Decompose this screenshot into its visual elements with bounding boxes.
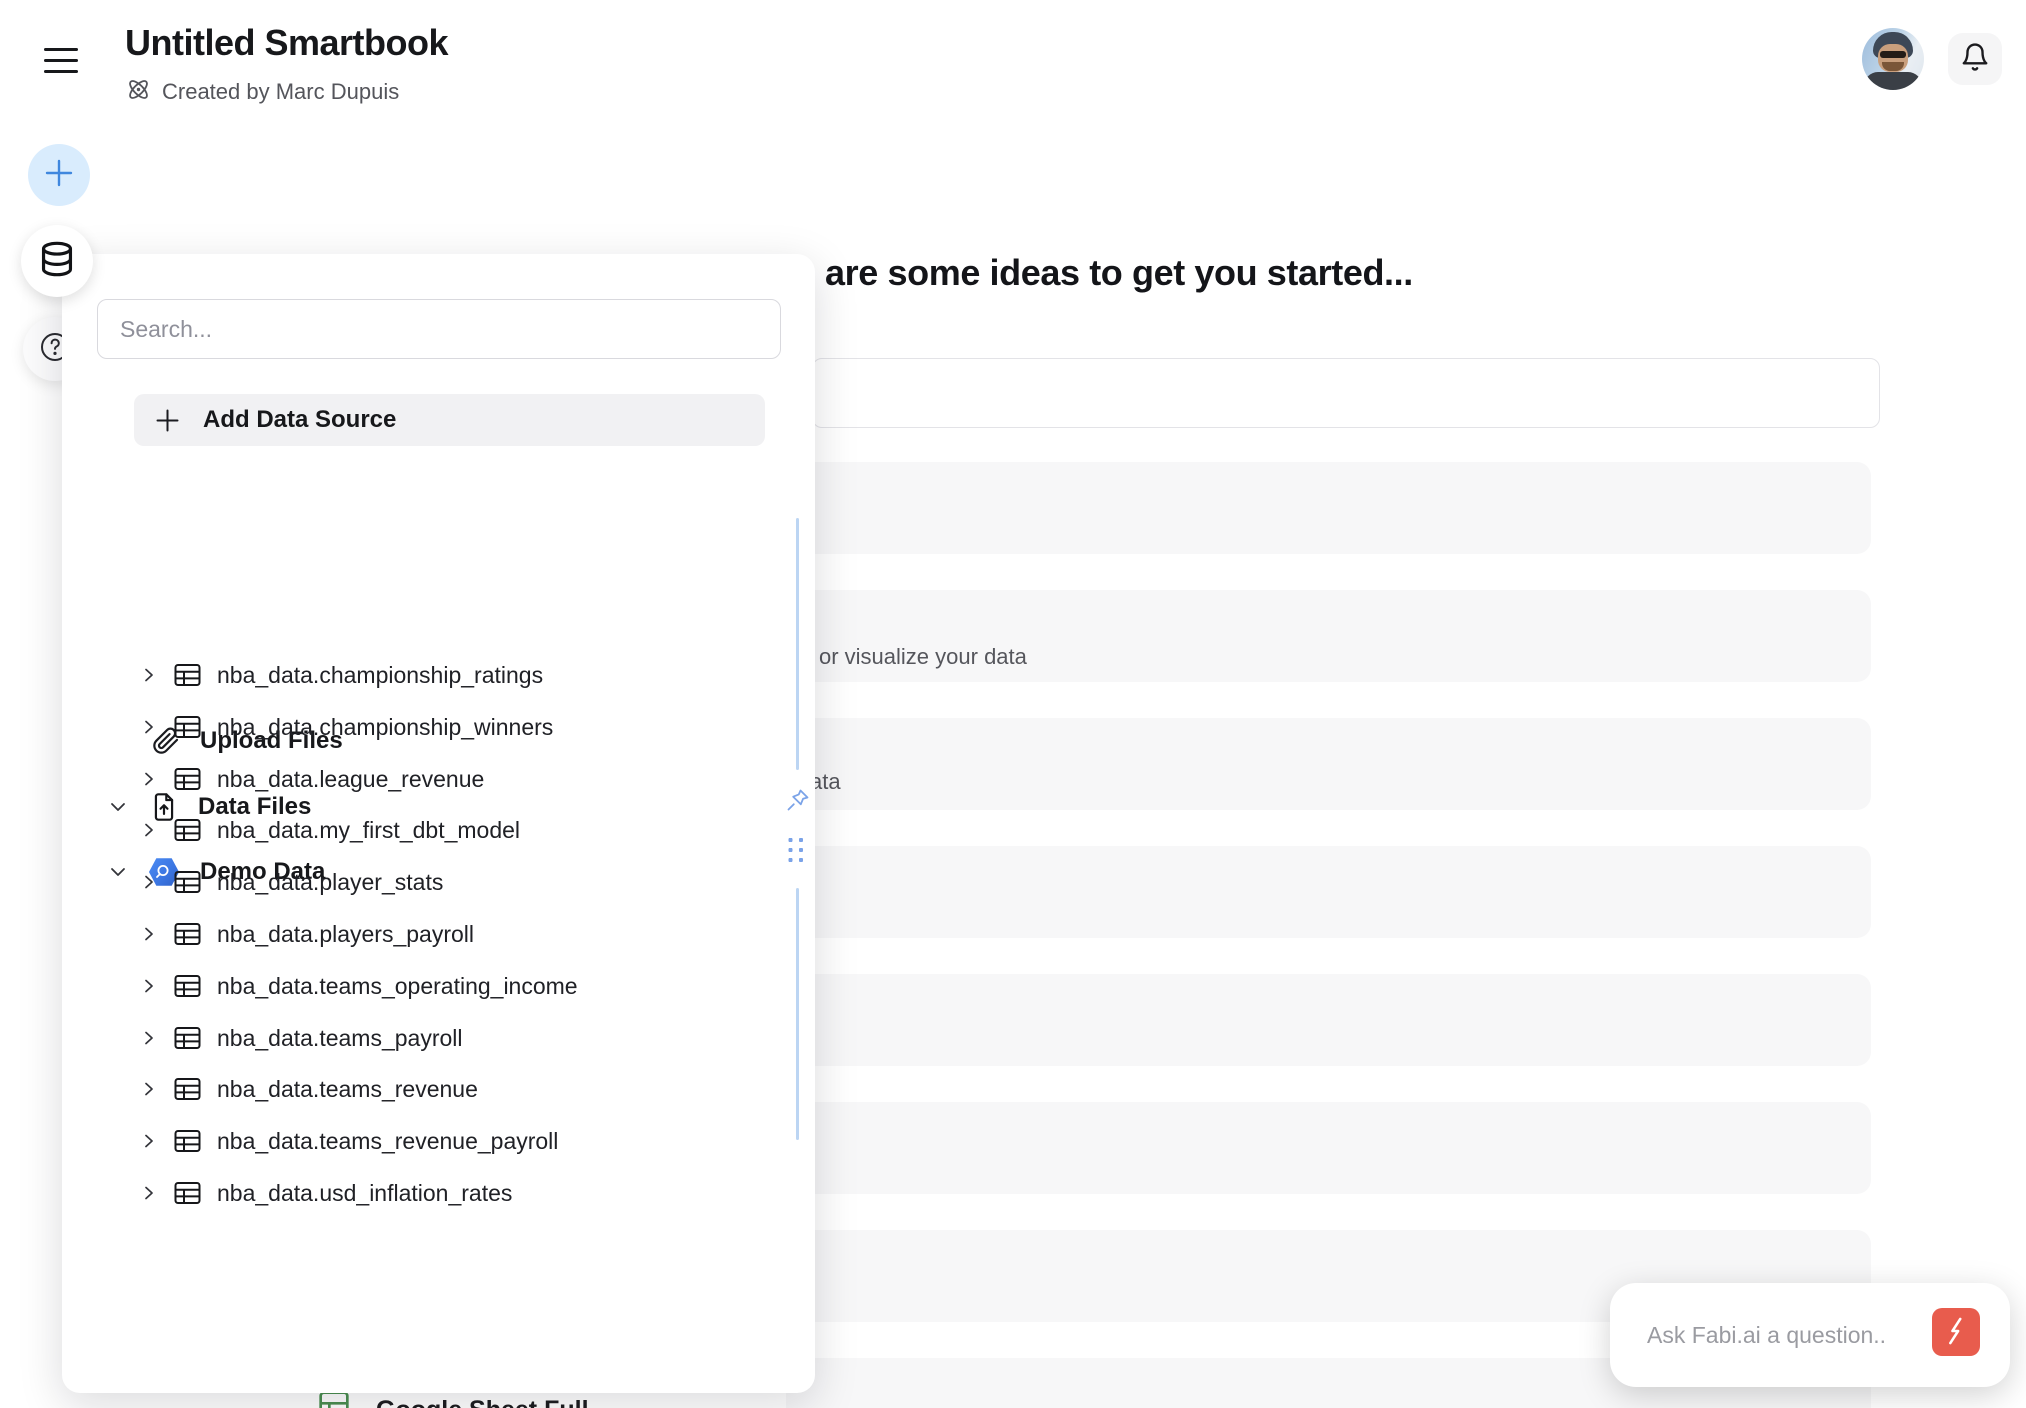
table-icon [174,1026,201,1050]
add-data-source-label: Add Data Source [203,406,396,434]
table-row[interactable]: nba_data.teams_operating_income [140,960,578,1012]
chevron-right-icon[interactable] [140,666,158,684]
table-name: nba_data.teams_operating_income [217,973,578,1000]
table-name: nba_data.championship_ratings [217,662,543,689]
table-name: nba_data.usd_inflation_rates [217,1180,512,1207]
data-source-panel: Add Data Source Upload Files [62,254,815,1393]
ask-submit-button[interactable] [1932,1308,1980,1356]
table-name: nba_data.league_revenue [217,766,484,793]
table-icon [174,1181,201,1205]
idea-card[interactable] [786,718,1871,810]
search-input[interactable] [97,299,781,359]
created-by-text: Created by Marc Dupuis [162,79,399,105]
idea-card-text-fragment: or visualize your data [819,644,1027,670]
plus-icon [43,157,75,194]
created-by-row: Created by Marc Dupuis [125,76,399,108]
add-data-source-button[interactable]: Add Data Source [134,394,765,446]
table-row[interactable]: nba_data.teams_revenue_payroll [140,1115,558,1167]
lightning-bolt-icon [1939,1314,1973,1351]
google-sheet-label: Google Sheet Full [376,1396,589,1408]
panel-scrollbar-segment[interactable] [796,888,799,1140]
chevron-right-icon[interactable] [140,925,158,943]
chevron-right-icon[interactable] [140,1029,158,1047]
idea-card[interactable] [786,846,1871,938]
pin-icon[interactable] [784,786,812,819]
table-row[interactable]: nba_data.league_revenue [140,753,484,805]
ask-fabi-bar[interactable] [1610,1283,2010,1387]
table-icon [174,1129,201,1153]
hamburger-menu-icon[interactable] [44,46,80,74]
add-block-button[interactable] [28,144,90,206]
table-name: nba_data.championship_winners [217,714,553,741]
user-avatar[interactable] [1862,28,1924,90]
bell-icon [1960,42,1990,77]
notifications-button[interactable] [1948,33,2002,85]
ask-fabi-input[interactable] [1647,1322,1887,1349]
database-icon [38,240,76,283]
idea-card[interactable] [786,462,1871,554]
plus-icon [154,407,181,434]
idea-card[interactable] [786,1102,1871,1194]
chevron-right-icon[interactable] [140,1080,158,1098]
atom-icon [125,76,152,108]
table-row[interactable]: nba_data.usd_inflation_rates [140,1167,512,1219]
chevron-right-icon[interactable] [140,977,158,995]
drag-handle-dots-icon[interactable] [788,837,803,863]
table-row[interactable]: nba_data.teams_revenue [140,1063,478,1115]
panel-scrollbar-segment[interactable] [796,518,799,770]
table-name: nba_data.my_first_dbt_model [217,817,520,844]
table-row[interactable]: nba_data.players_payroll [140,908,474,960]
ideas-heading: Here are some ideas to get you started..… [737,252,1413,294]
table-name: nba_data.teams_revenue [217,1076,478,1103]
data-sources-button[interactable] [21,225,93,297]
app-root: Untitled Smartbook Created by Marc Dupui… [0,0,2026,1408]
table-icon [174,1077,201,1101]
table-icon [174,818,201,842]
table-row[interactable]: nba_data.championship_winners [140,701,553,753]
table-icon [174,870,201,894]
table-row[interactable]: nba_data.player_stats [140,856,443,908]
table-name: nba_data.players_payroll [217,921,474,948]
table-name: nba_data.teams_revenue_payroll [217,1128,558,1155]
table-row[interactable]: nba_data.championship_ratings [140,649,543,701]
chevron-right-icon[interactable] [140,873,158,891]
prompt-card[interactable] [812,358,1880,428]
page-title: Untitled Smartbook [125,22,448,64]
table-icon [174,767,201,791]
table-row[interactable]: nba_data.my_first_dbt_model [140,804,520,856]
table-row[interactable]: nba_data.teams_payroll [140,1012,463,1064]
chevron-down-icon[interactable] [108,797,128,817]
idea-card[interactable] [786,974,1871,1066]
chevron-right-icon[interactable] [140,1132,158,1150]
chevron-down-icon[interactable] [108,862,128,882]
chevron-right-icon[interactable] [140,770,158,788]
chevron-right-icon[interactable] [140,1184,158,1202]
table-icon [174,922,201,946]
table-name: nba_data.player_stats [217,869,443,896]
table-icon [174,974,201,998]
table-name: nba_data.teams_payroll [217,1025,463,1052]
table-icon [174,715,201,739]
chevron-right-icon[interactable] [140,821,158,839]
table-icon [174,663,201,687]
chevron-right-icon[interactable] [140,718,158,736]
